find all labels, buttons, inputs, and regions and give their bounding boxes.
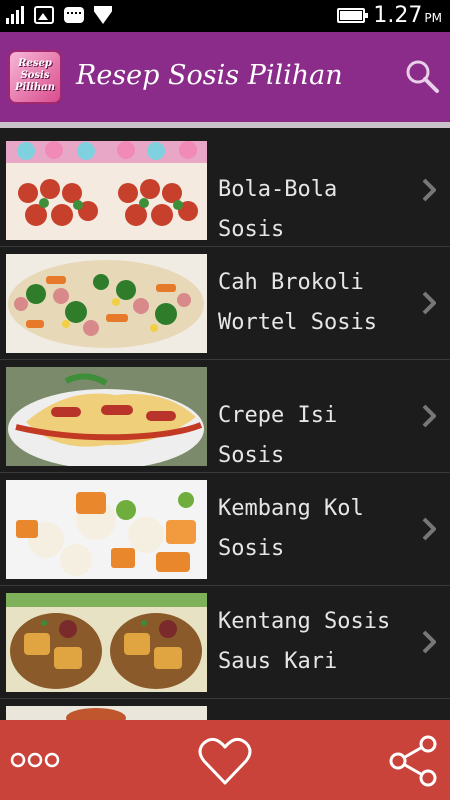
list-item[interactable]: Crepe Isi Sosis (0, 360, 450, 473)
vpn-notification-icon (94, 6, 112, 24)
recipe-list[interactable]: Bola-Bola Sosis Cah Brokoli Wortel Sosis (0, 128, 450, 720)
app-title: Resep Sosis Pilihan (76, 60, 343, 91)
chevron-right-icon (422, 404, 436, 428)
bottom-bar (0, 720, 450, 800)
status-time: 1.27 (373, 3, 423, 28)
recipe-thumbnail (6, 367, 207, 466)
message-notification-icon (64, 7, 84, 23)
status-icons-right: 1.27 PM (337, 3, 442, 28)
recipe-title: Crepe Isi Sosis (218, 403, 338, 468)
chevron-right-icon (422, 630, 436, 654)
recipe-title: Bola-Bola Sosis (218, 177, 338, 242)
recipe-thumbnail (6, 254, 207, 353)
share-icon (389, 735, 437, 787)
recipe-thumbnail (6, 480, 207, 579)
recipe-title: Kembang Kol Sosis (218, 496, 364, 561)
list-item[interactable] (0, 699, 450, 720)
recipe-thumbnail (6, 141, 207, 240)
search-button[interactable] (404, 58, 440, 94)
recipe-title: Cah Brokoli Wortel Sosis (218, 270, 377, 335)
recipe-thumbnail (6, 706, 207, 720)
gallery-notification-icon (34, 6, 54, 24)
chevron-right-icon (422, 178, 436, 202)
signal-icon (6, 6, 24, 24)
battery-icon (337, 8, 369, 23)
recipe-thumbnail (6, 593, 207, 692)
share-button[interactable] (386, 734, 440, 788)
status-ampm: PM (424, 11, 442, 25)
more-button[interactable] (10, 748, 60, 772)
list-item[interactable]: Bola-Bola Sosis (0, 134, 450, 247)
search-icon (406, 60, 439, 93)
app-logo-text: Resep Sosis Pilihan (15, 58, 55, 93)
app-logo: Resep Sosis Pilihan (8, 50, 62, 104)
list-item[interactable]: Kentang Sosis Saus Kari (0, 586, 450, 699)
recipe-title: Kentang Sosis Saus Kari (218, 609, 391, 674)
favorite-button[interactable] (198, 735, 252, 787)
list-item[interactable]: Cah Brokoli Wortel Sosis (0, 247, 450, 360)
app-bar: Resep Sosis Pilihan Resep Sosis Pilihan (0, 32, 450, 122)
status-bar: 1.27 PM (0, 0, 450, 32)
status-icons-left (6, 6, 112, 24)
list-item[interactable]: Kembang Kol Sosis (0, 473, 450, 586)
chevron-right-icon (422, 291, 436, 315)
heart-icon (198, 737, 252, 785)
chevron-right-icon (422, 517, 436, 541)
more-icon (10, 752, 60, 768)
